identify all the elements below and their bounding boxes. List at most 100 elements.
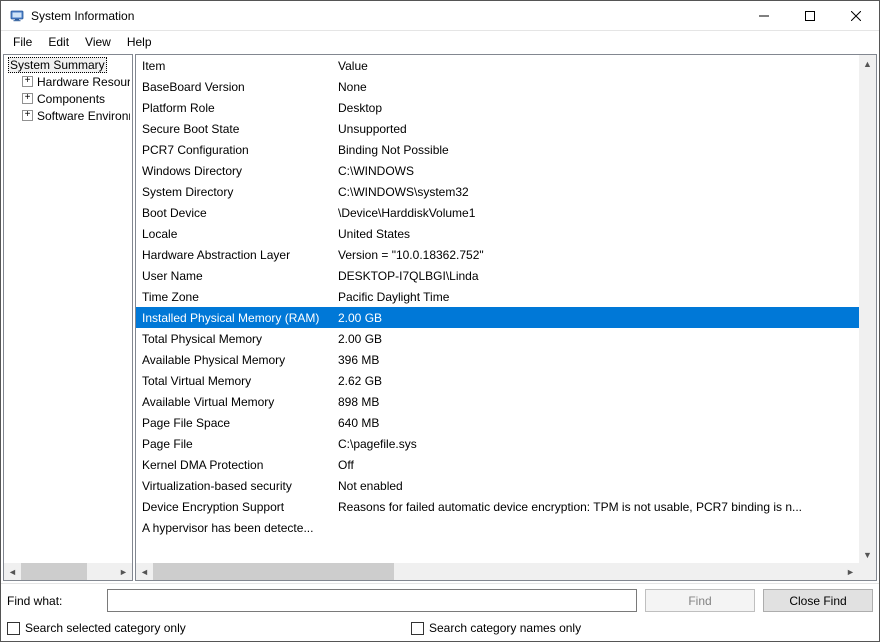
list-cell-value: Off [336,458,859,472]
scroll-down-icon[interactable]: ▼ [859,546,876,563]
tree-item-hardware-resources[interactable]: Hardware Resources [4,73,132,90]
scroll-right-icon[interactable]: ► [842,563,859,580]
list-cell-value: 898 MB [336,395,859,409]
list-cell-item: Secure Boot State [136,122,336,136]
list-cell-value: 640 MB [336,416,859,430]
list-row[interactable]: System DirectoryC:\WINDOWS\system32 [136,181,859,202]
list-cell-item: Hardware Abstraction Layer [136,248,336,262]
list-row[interactable]: Total Physical Memory2.00 GB [136,328,859,349]
find-label: Find what: [7,594,99,608]
list-horizontal-scrollbar[interactable]: ◄ ► [136,563,859,580]
list-cell-value: C:\WINDOWS [336,164,859,178]
minimize-button[interactable] [741,1,787,30]
search-category-names-only-checkbox[interactable]: Search category names only [411,621,581,635]
menu-file[interactable]: File [5,33,40,51]
list-cell-value: Reasons for failed automatic device encr… [336,500,859,514]
list-cell-item: Locale [136,227,336,241]
list-row[interactable]: User NameDESKTOP-I7QLBGI\Linda [136,265,859,286]
titlebar: System Information [1,1,879,31]
list-cell-item: Total Physical Memory [136,332,336,346]
expand-icon[interactable] [22,93,33,104]
list-cell-value: Desktop [336,101,859,115]
column-header-value[interactable]: Value [336,59,859,73]
find-bar: Find what: Find Close Find [1,583,879,617]
list-row[interactable]: Hardware Abstraction LayerVersion = "10.… [136,244,859,265]
menu-edit[interactable]: Edit [40,33,77,51]
list-row[interactable]: Windows DirectoryC:\WINDOWS [136,160,859,181]
system-information-window: System Information File Edit View Help S… [0,0,880,642]
scroll-up-icon[interactable]: ▲ [859,55,876,72]
expand-icon[interactable] [22,110,33,121]
list-cell-item: Installed Physical Memory (RAM) [136,311,336,325]
list-cell-item: Available Virtual Memory [136,395,336,409]
search-selected-category-only-checkbox[interactable]: Search selected category only [7,621,363,635]
list-cell-value: C:\WINDOWS\system32 [336,185,859,199]
checkbox-icon [411,622,424,635]
list-row[interactable]: Available Physical Memory396 MB [136,349,859,370]
close-button[interactable] [833,1,879,30]
tree-item-label: Software Environment [37,109,130,123]
tree-item-label: Components [37,92,105,106]
checkbox-label: Search selected category only [25,621,186,635]
menubar: File Edit View Help [1,31,879,52]
find-button[interactable]: Find [645,589,755,612]
column-header-item[interactable]: Item [136,59,336,73]
list-row[interactable]: A hypervisor has been detecte... [136,517,859,538]
list-row[interactable]: Kernel DMA ProtectionOff [136,454,859,475]
window-title: System Information [31,9,134,23]
checkbox-label: Search category names only [429,621,581,635]
list-row[interactable]: Total Virtual Memory2.62 GB [136,370,859,391]
list-cell-value: 2.00 GB [336,332,859,346]
tree-item-label: System Summary [8,57,107,73]
list-cell-value: 2.00 GB [336,311,859,325]
list-row[interactable]: Installed Physical Memory (RAM)2.00 GB [136,307,859,328]
list-cell-item: User Name [136,269,336,283]
list-cell-item: Kernel DMA Protection [136,458,336,472]
list-row[interactable]: Device Encryption SupportReasons for fai… [136,496,859,517]
tree-item-system-summary[interactable]: System Summary [4,56,132,73]
list-row[interactable]: BaseBoard VersionNone [136,76,859,97]
content-area: System Summary Hardware Resources Compon… [1,52,879,583]
list-row[interactable]: Time ZonePacific Daylight Time [136,286,859,307]
list-cell-value: 396 MB [336,353,859,367]
tree-horizontal-scrollbar[interactable]: ◄ ► [4,563,132,580]
list-cell-item: Windows Directory [136,164,336,178]
menu-view[interactable]: View [77,33,119,51]
list-cell-value: Not enabled [336,479,859,493]
list-cell-value: C:\pagefile.sys [336,437,859,451]
list-cell-value: Unsupported [336,122,859,136]
list-cell-value: United States [336,227,859,241]
list-cell-item: Page File [136,437,336,451]
list-cell-item: Available Physical Memory [136,353,336,367]
menu-help[interactable]: Help [119,33,160,51]
find-input[interactable] [107,589,637,612]
scroll-left-icon[interactable]: ◄ [4,563,21,580]
scroll-left-icon[interactable]: ◄ [136,563,153,580]
expand-icon[interactable] [22,76,33,87]
list-row[interactable]: Secure Boot StateUnsupported [136,118,859,139]
list-cell-item: Boot Device [136,206,336,220]
list-vertical-scrollbar[interactable]: ▲ ▼ [859,55,876,563]
close-find-button[interactable]: Close Find [763,589,873,612]
list-row[interactable]: Boot Device\Device\HarddiskVolume1 [136,202,859,223]
list-cell-value: DESKTOP-I7QLBGI\Linda [336,269,859,283]
list-cell-item: Platform Role [136,101,336,115]
maximize-button[interactable] [787,1,833,30]
details-list: Item Value BaseBoard VersionNonePlatform… [135,54,877,581]
list-cell-value: \Device\HarddiskVolume1 [336,206,859,220]
list-row[interactable]: Page File Space640 MB [136,412,859,433]
tree-item-software-environment[interactable]: Software Environment [4,107,132,124]
checkbox-icon [7,622,20,635]
list-row[interactable]: Available Virtual Memory898 MB [136,391,859,412]
list-row[interactable]: Virtualization-based securityNot enabled [136,475,859,496]
list-cell-item: Device Encryption Support [136,500,336,514]
column-header-row[interactable]: Item Value [136,55,859,76]
list-row[interactable]: Page FileC:\pagefile.sys [136,433,859,454]
list-row[interactable]: LocaleUnited States [136,223,859,244]
scroll-right-icon[interactable]: ► [115,563,132,580]
list-row[interactable]: PCR7 ConfigurationBinding Not Possible [136,139,859,160]
tree-item-components[interactable]: Components [4,90,132,107]
category-tree: System Summary Hardware Resources Compon… [3,54,133,581]
list-row[interactable]: Platform RoleDesktop [136,97,859,118]
list-cell-item: PCR7 Configuration [136,143,336,157]
